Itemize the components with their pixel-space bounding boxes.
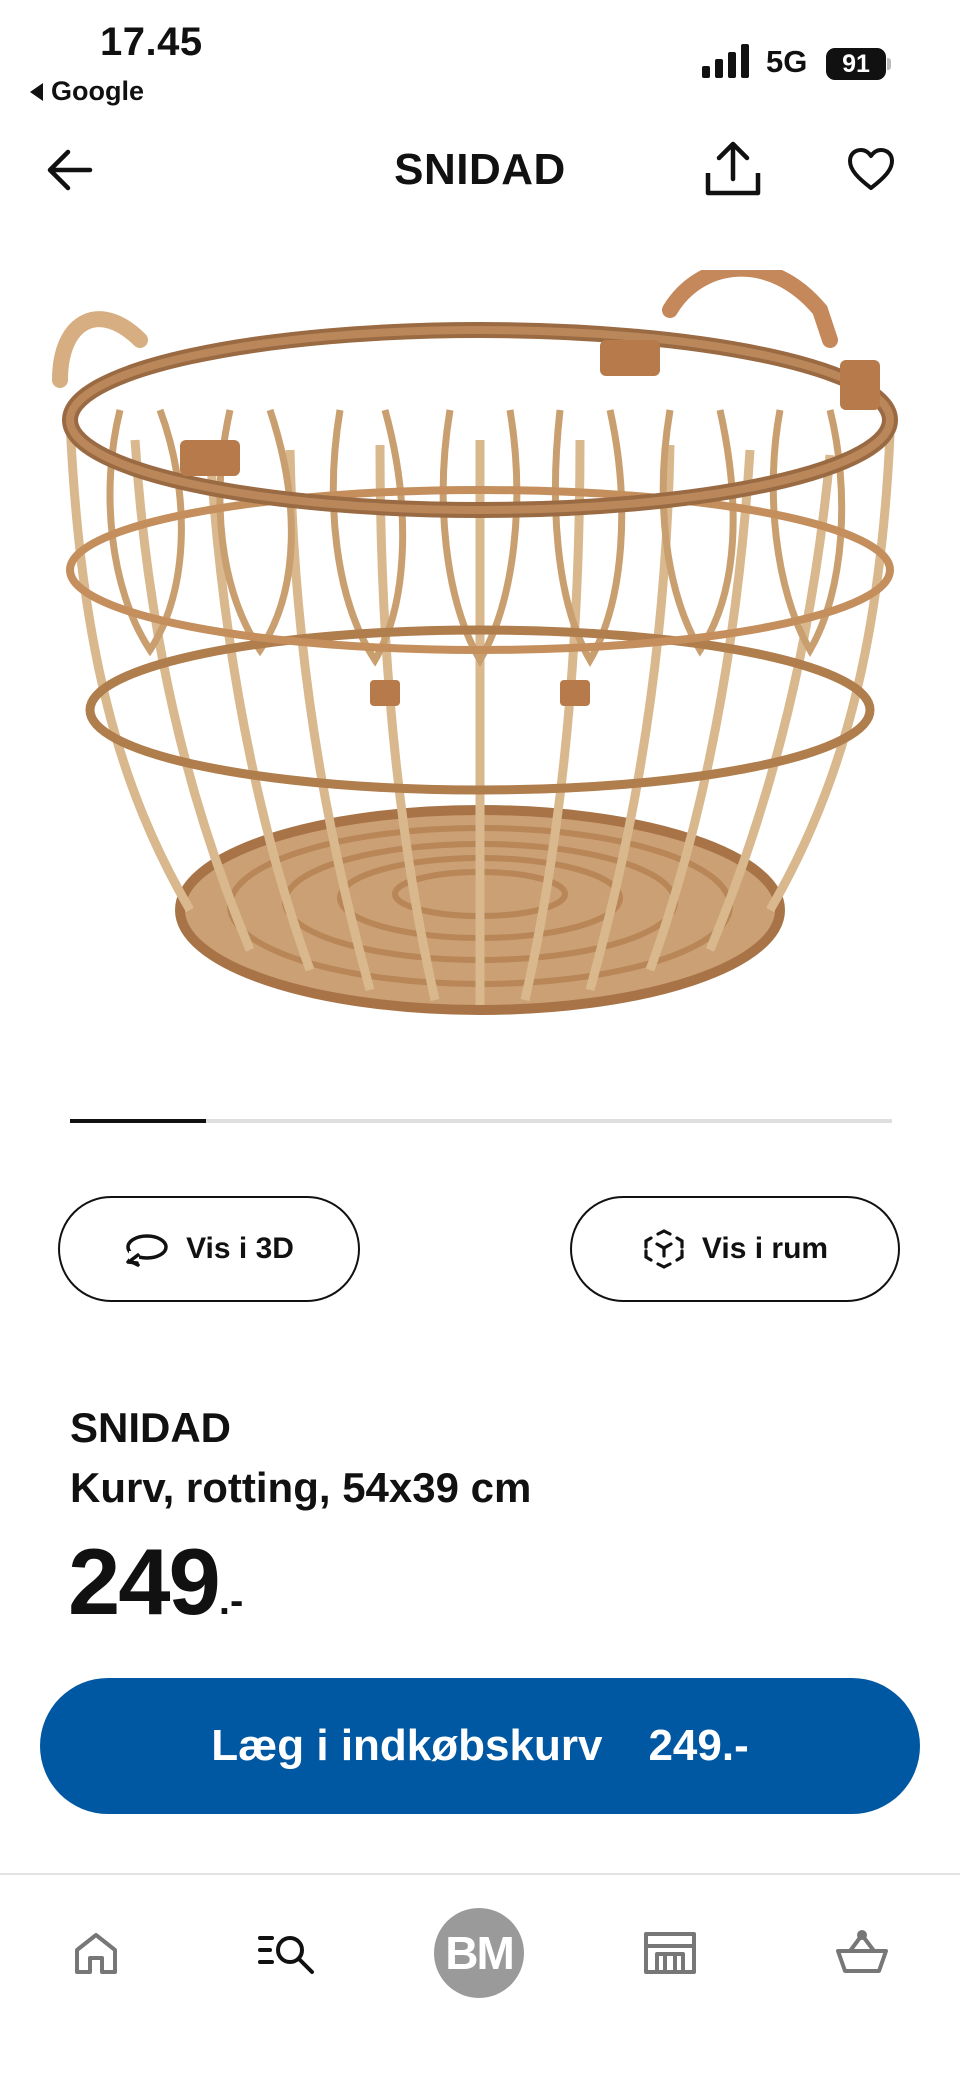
add-to-cart-button[interactable]: Læg i indkøbskurv 249.- — [40, 1678, 920, 1814]
search-icon — [258, 1936, 314, 1974]
nav-home[interactable] — [58, 1893, 134, 2013]
page-title: SNIDAD — [394, 145, 566, 194]
share-icon[interactable] — [702, 139, 764, 199]
nav-store[interactable] — [632, 1893, 708, 2013]
rotate-3d-icon — [126, 1234, 168, 1267]
store-icon — [644, 1932, 696, 1974]
status-time: 17.45 — [100, 20, 203, 64]
home-icon — [75, 1933, 117, 1974]
rattan-basket-image[interactable] — [40, 270, 920, 1060]
back-to-app-link[interactable]: Google — [30, 76, 144, 107]
bottom-navigation: BM — [0, 1873, 960, 2078]
avatar: BM — [434, 1908, 524, 1998]
gallery-progress — [70, 1119, 892, 1123]
view-3d-label: Vis i 3D — [186, 1232, 294, 1265]
signal-icon — [702, 44, 749, 78]
heart-icon[interactable] — [846, 145, 896, 195]
product-price: 249.- — [68, 1535, 243, 1629]
cart-icon — [836, 1930, 888, 1973]
ar-cube-icon — [644, 1229, 684, 1269]
product-name: SNIDAD — [70, 1404, 232, 1451]
add-to-cart-price: 249.- — [648, 1721, 749, 1770]
nav-search[interactable] — [246, 1893, 330, 2013]
app-header: SNIDAD — [0, 125, 960, 215]
network-label: 5G — [766, 44, 808, 79]
status-bar: 17.45 Google 5G 91 — [0, 0, 960, 110]
nav-profile[interactable]: BM — [434, 1893, 524, 2013]
battery-icon: 91 — [826, 48, 891, 80]
product-description: Kurv, rotting, 54x39 cm — [70, 1464, 532, 1511]
add-to-cart-label: Læg i indkøbskurv — [211, 1721, 603, 1770]
back-triangle-icon — [30, 82, 43, 101]
back-app-label: Google — [51, 76, 144, 106]
price-main: 249 — [68, 1529, 221, 1634]
gallery-progress-fill — [70, 1119, 206, 1123]
nav-cart[interactable] — [824, 1893, 900, 2013]
view-3d-button[interactable]: Vis i 3D — [58, 1196, 360, 1302]
view-in-room-button[interactable]: Vis i rum — [570, 1196, 900, 1302]
price-suffix: .- — [218, 1579, 244, 1623]
view-in-room-label: Vis i rum — [701, 1232, 829, 1265]
battery-level: 91 — [826, 48, 886, 80]
